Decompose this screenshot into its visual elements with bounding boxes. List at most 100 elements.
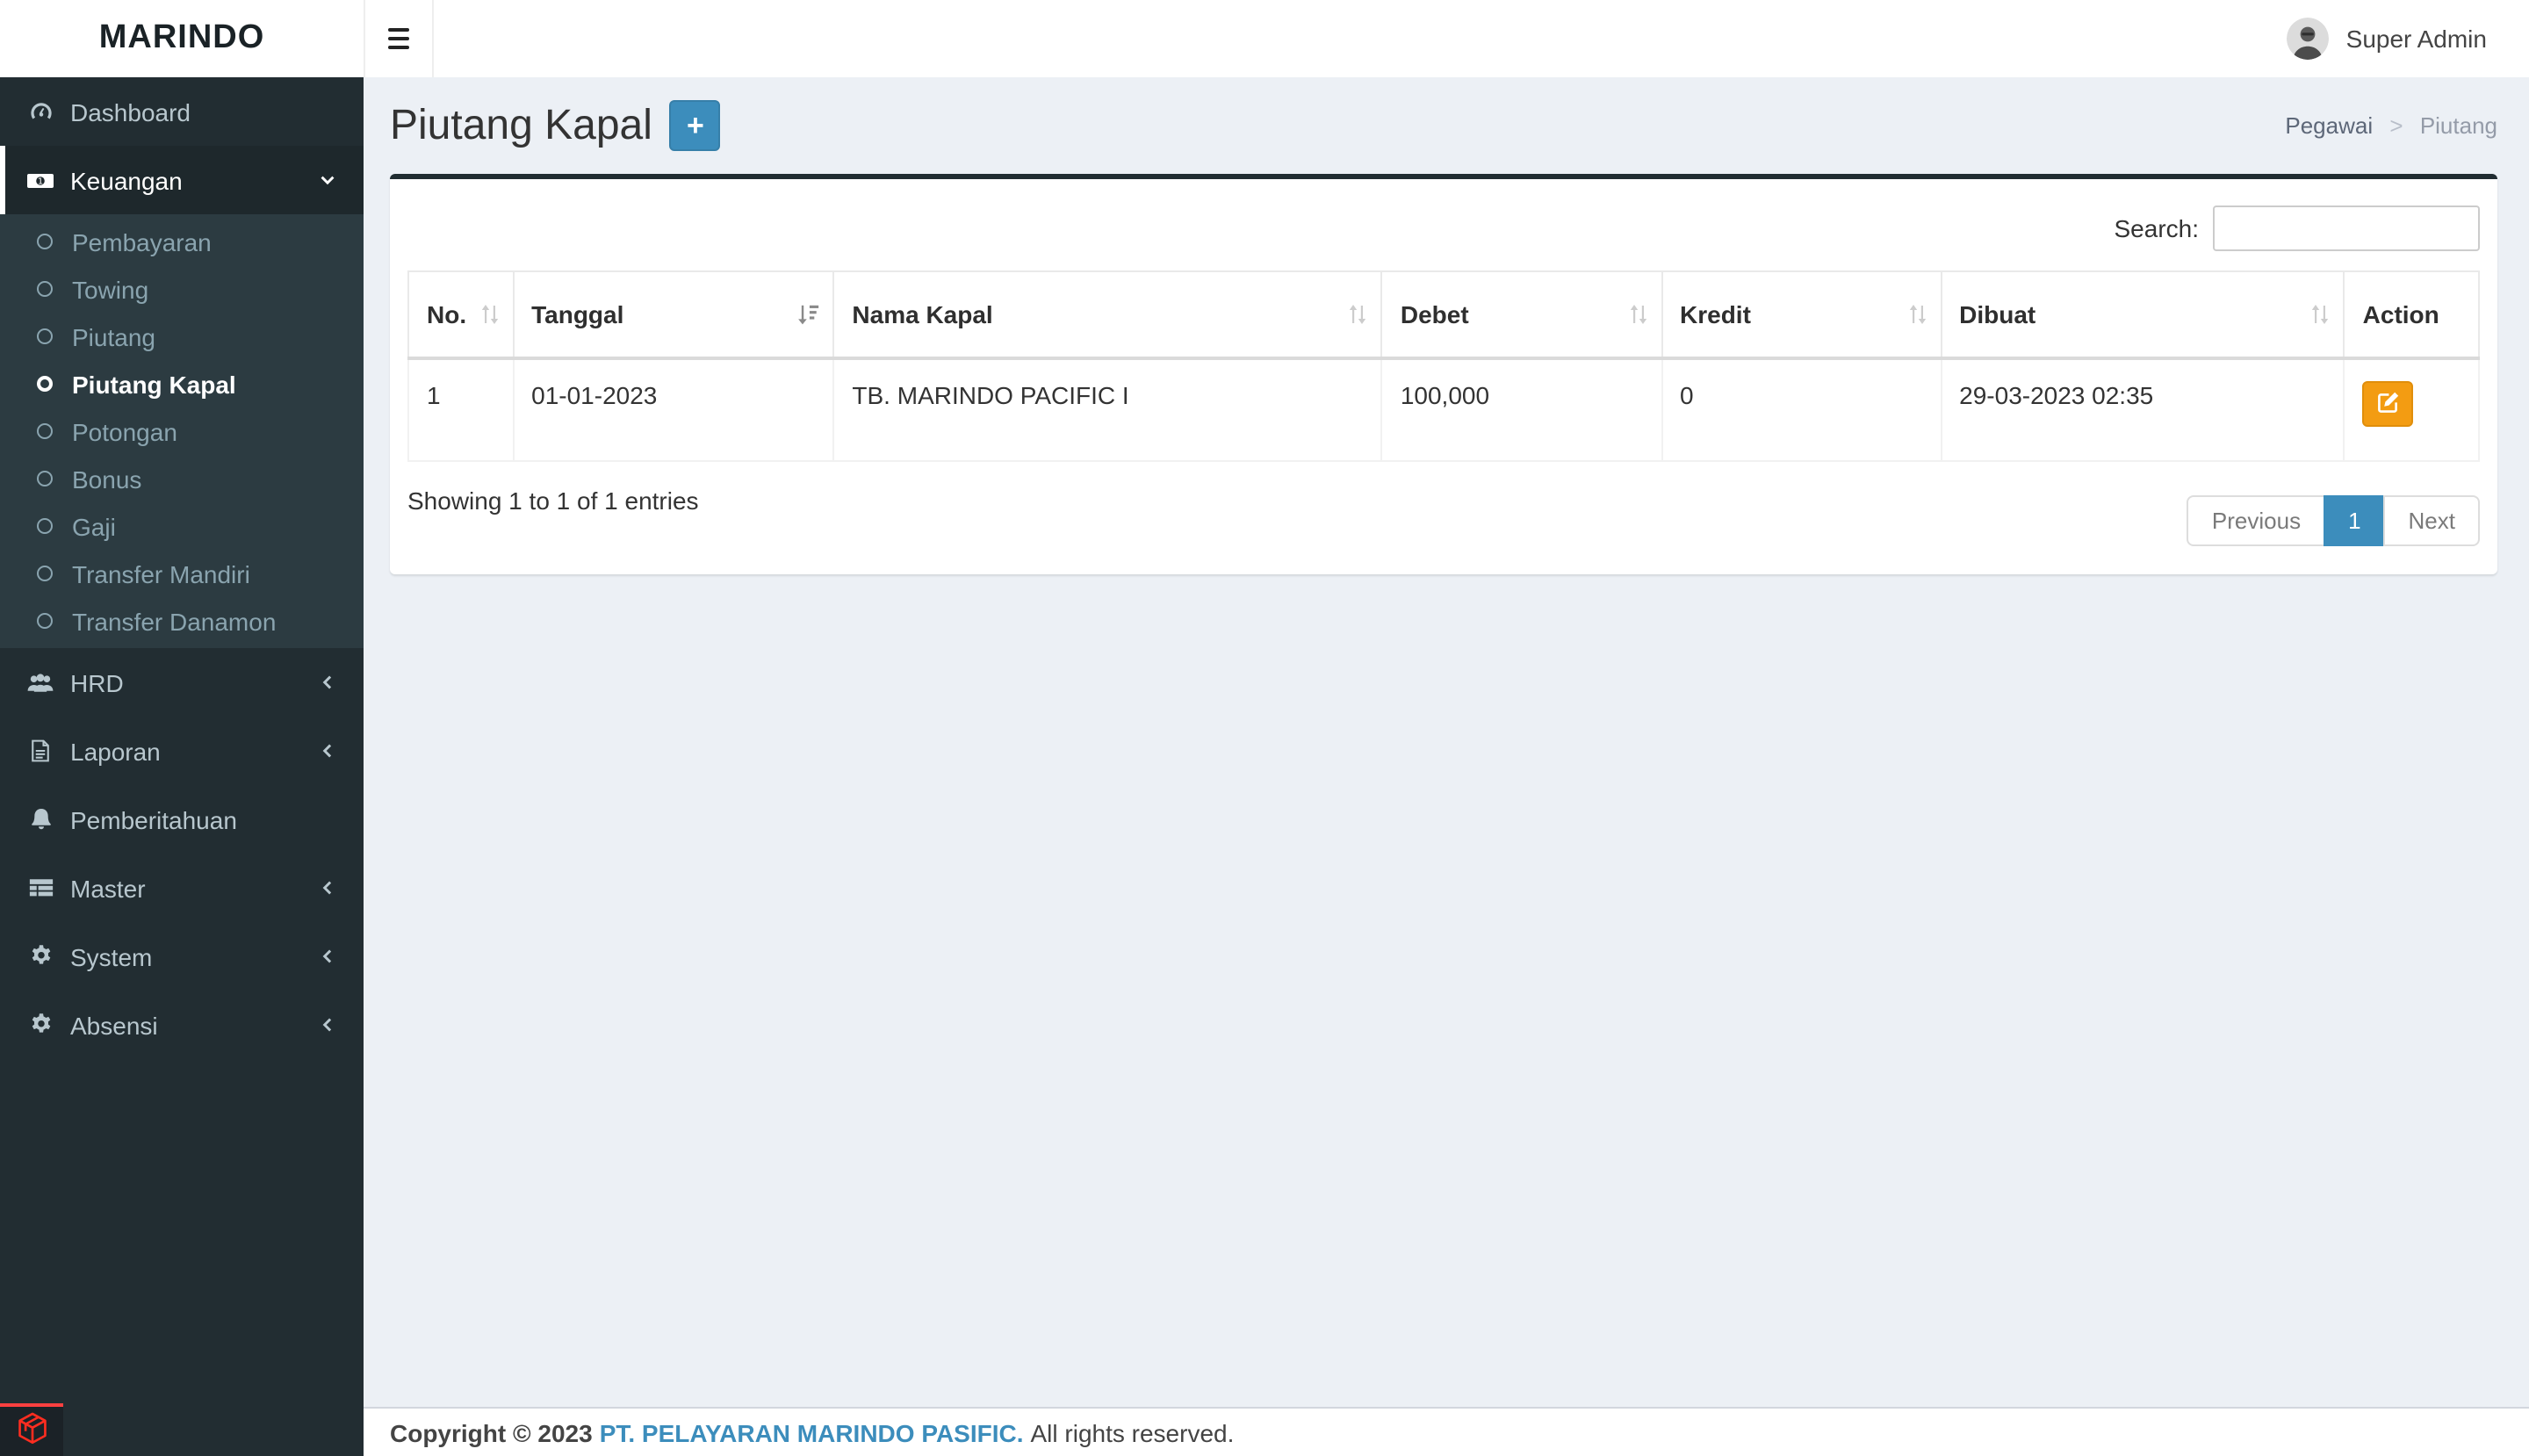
search-label: Search: bbox=[2115, 214, 2200, 242]
sidebar-subitem-piutang[interactable]: Piutang bbox=[0, 313, 364, 360]
hamburger-icon bbox=[388, 28, 409, 32]
laravel-debugbar-toggle[interactable] bbox=[0, 1403, 63, 1456]
cell-nama-kapal: TB. MARINDO PACIFIC I bbox=[833, 358, 1381, 461]
sidebar-item-label: Dashboard bbox=[70, 97, 191, 126]
sort-desc-icon bbox=[797, 303, 820, 326]
content-area: Piutang Kapal + Pegawai > Piutang Search… bbox=[364, 77, 2529, 1407]
circle-icon bbox=[37, 376, 53, 392]
circle-icon bbox=[37, 328, 53, 344]
breadcrumb: Pegawai > Piutang bbox=[2285, 112, 2497, 139]
sidebar-item-system[interactable]: System bbox=[0, 922, 364, 991]
sidebar-subitem-label: Transfer Danamon bbox=[72, 607, 276, 635]
laravel-logo-icon bbox=[13, 1410, 50, 1452]
edit-button[interactable] bbox=[2363, 381, 2414, 427]
cell-kredit: 0 bbox=[1661, 358, 1941, 461]
svg-text:1: 1 bbox=[38, 177, 43, 186]
col-header-nama-kapal[interactable]: Nama Kapal bbox=[833, 271, 1381, 358]
col-header-kredit[interactable]: Kredit bbox=[1661, 271, 1941, 358]
sidebar-subitem-piutang-kapal[interactable]: Piutang Kapal bbox=[0, 360, 364, 407]
footer-copyright: Copyright © 2023 bbox=[390, 1418, 593, 1446]
footer-company-link[interactable]: PT. PELAYARAN MARINDO PASIFIC. bbox=[600, 1418, 1024, 1446]
piutang-kapal-table: No. Tanggal Nama Kapal bbox=[407, 270, 2480, 462]
pagination-page-1[interactable]: 1 bbox=[2324, 495, 2385, 546]
col-header-action: Action bbox=[2345, 271, 2479, 358]
user-menu[interactable]: Super Admin bbox=[2269, 0, 2529, 77]
gear-icon bbox=[26, 942, 54, 970]
circle-icon bbox=[37, 471, 53, 487]
col-header-tanggal[interactable]: Tanggal bbox=[513, 271, 833, 358]
add-button[interactable]: + bbox=[670, 100, 721, 151]
sidebar: Dashboard 1 Keuangan Pembayaran bbox=[0, 77, 364, 1456]
sidebar-item-hrd[interactable]: HRD bbox=[0, 648, 364, 717]
sidebar-item-label: Absensi bbox=[70, 1011, 158, 1039]
sidebar-subitem-gaji[interactable]: Gaji bbox=[0, 502, 364, 550]
sidebar-toggle-button[interactable] bbox=[364, 0, 434, 77]
sidebar-subitem-label: Bonus bbox=[72, 465, 141, 493]
file-icon bbox=[26, 737, 54, 765]
sort-icon bbox=[2310, 303, 2331, 326]
sort-icon bbox=[1627, 303, 1648, 326]
col-header-dibuat[interactable]: Dibuat bbox=[1941, 271, 2345, 358]
pagination-next-button[interactable]: Next bbox=[2384, 495, 2480, 546]
sidebar-item-label: System bbox=[70, 942, 152, 970]
chevron-left-icon bbox=[318, 878, 337, 897]
pagination-previous-button[interactable]: Previous bbox=[2187, 495, 2325, 546]
cell-tanggal: 01-01-2023 bbox=[513, 358, 833, 461]
content-header: Piutang Kapal + Pegawai > Piutang bbox=[390, 100, 2497, 151]
edit-icon bbox=[2376, 389, 2401, 419]
sort-icon bbox=[479, 303, 500, 326]
sidebar-item-laporan[interactable]: Laporan bbox=[0, 717, 364, 785]
sidebar-item-pemberitahuan[interactable]: Pemberitahuan bbox=[0, 785, 364, 854]
sidebar-subitem-label: Potongan bbox=[72, 417, 177, 445]
users-icon bbox=[26, 668, 54, 696]
keuangan-submenu: Pembayaran Towing Piutang Piutang Kapal … bbox=[0, 214, 364, 648]
sidebar-subitem-label: Piutang bbox=[72, 322, 155, 350]
sidebar-subitem-potongan[interactable]: Potongan bbox=[0, 407, 364, 455]
table-header-row: No. Tanggal Nama Kapal bbox=[408, 271, 2479, 358]
col-header-debet[interactable]: Debet bbox=[1382, 271, 1661, 358]
sidebar-subitem-transfer-mandiri[interactable]: Transfer Mandiri bbox=[0, 550, 364, 597]
sidebar-item-master[interactable]: Master bbox=[0, 854, 364, 922]
cell-debet: 100,000 bbox=[1382, 358, 1661, 461]
sidebar-subitem-bonus[interactable]: Bonus bbox=[0, 455, 364, 502]
plus-icon: + bbox=[687, 111, 704, 141]
cell-dibuat: 29-03-2023 02:35 bbox=[1941, 358, 2345, 461]
sidebar-subitem-label: Piutang Kapal bbox=[72, 370, 236, 398]
sidebar-item-absensi[interactable]: Absensi bbox=[0, 991, 364, 1059]
sidebar-item-label: Master bbox=[70, 874, 146, 902]
table-icon bbox=[26, 874, 54, 902]
page-title: Piutang Kapal bbox=[390, 101, 652, 150]
breadcrumb-separator: > bbox=[2389, 112, 2403, 139]
brand-logo[interactable]: MARINDO bbox=[0, 0, 364, 77]
table-search: Search: bbox=[407, 197, 2480, 270]
sidebar-item-label: HRD bbox=[70, 668, 124, 696]
col-header-no[interactable]: No. bbox=[408, 271, 513, 358]
sidebar-item-dashboard[interactable]: Dashboard bbox=[0, 77, 364, 146]
chevron-down-icon bbox=[318, 170, 337, 190]
chevron-left-icon bbox=[318, 741, 337, 760]
chevron-left-icon bbox=[318, 1015, 337, 1034]
breadcrumb-parent[interactable]: Pegawai bbox=[2285, 112, 2373, 139]
cell-action bbox=[2345, 358, 2479, 461]
table-info: Showing 1 to 1 of 1 entries bbox=[407, 487, 699, 515]
user-name: Super Admin bbox=[2346, 25, 2487, 53]
sidebar-subitem-label: Transfer Mandiri bbox=[72, 559, 250, 587]
sidebar-subitem-label: Towing bbox=[72, 275, 148, 303]
chevron-left-icon bbox=[318, 947, 337, 966]
cell-no: 1 bbox=[408, 358, 513, 461]
pagination: Previous 1 Next bbox=[2187, 495, 2480, 546]
dashboard-icon bbox=[26, 97, 54, 126]
breadcrumb-current: Piutang bbox=[2420, 112, 2497, 139]
sidebar-subitem-towing[interactable]: Towing bbox=[0, 265, 364, 313]
sidebar-subitem-transfer-danamon[interactable]: Transfer Danamon bbox=[0, 597, 364, 645]
search-input[interactable] bbox=[2213, 205, 2480, 251]
circle-icon bbox=[37, 423, 53, 439]
sidebar-item-label: Laporan bbox=[70, 737, 161, 765]
sort-icon bbox=[1348, 303, 1369, 326]
circle-icon bbox=[37, 613, 53, 629]
sidebar-subitem-label: Gaji bbox=[72, 512, 116, 540]
chevron-left-icon bbox=[318, 673, 337, 692]
circle-icon bbox=[37, 518, 53, 534]
sidebar-item-keuangan[interactable]: 1 Keuangan bbox=[0, 146, 364, 214]
sidebar-subitem-pembayaran[interactable]: Pembayaran bbox=[0, 218, 364, 265]
